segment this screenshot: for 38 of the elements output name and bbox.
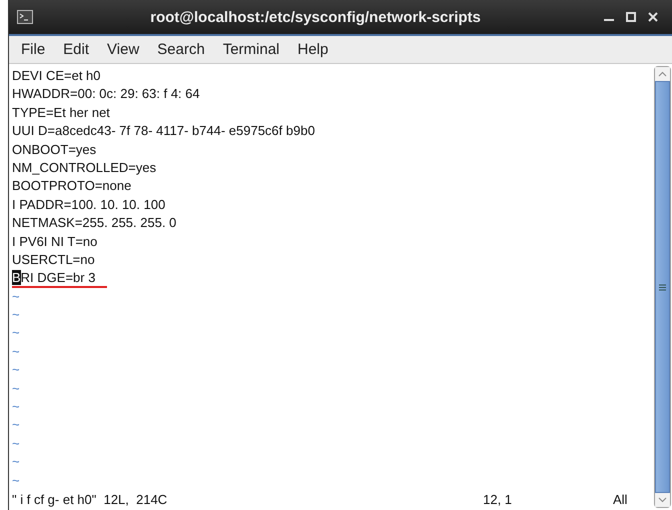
empty-line-marker: ~ [12,342,20,361]
config-line: HWADDR=00: 0c: 29: 63: f 4: 64 [12,85,200,104]
config-line: TYPE=Et her net [12,104,110,122]
config-line: UUI D=a8cedc43- 7f 78- 4117- b744- e5975c6f b9b0 [12,122,315,140]
config-line: DEVI CE=et h0 [12,67,101,85]
config-line: BRI DGE=br 3 [12,269,108,288]
terminal-icon [17,10,33,24]
empty-line-marker: ~ [12,380,20,398]
menu-item[interactable]: File [13,39,54,60]
window-title: root@localhost:/etc/sysconfig/network-scripts [149,8,482,26]
scrollbar[interactable] [654,66,671,508]
empty-line-marker: ~ [12,453,20,472]
empty-line-marker: ~ [12,324,20,342]
config-line: NM_CONTROLLED=yes [12,158,156,177]
menu-item[interactable]: Search [149,39,213,60]
menu-item[interactable]: Terminal [214,39,288,60]
menu-item[interactable]: Help [290,39,336,60]
empty-line-marker: ~ [12,472,20,490]
close-icon[interactable] [648,12,658,22]
config-line: I PADDR=100. 10. 10. 100 [12,196,166,214]
empty-line-marker: ~ [12,434,20,453]
status-message: " i f cf g- et h0" 12L, 214C [12,492,168,508]
config-line: NETMASK=255. 255. 255. 0 [12,214,176,232]
grip-icon [659,284,666,290]
empty-line-marker: ~ [12,306,20,324]
empty-line-marker: ~ [12,416,20,434]
config-line: ONBOOT=yes [12,140,96,159]
cursor-position: 12, 1 [483,492,513,508]
empty-line-marker: ~ [12,398,20,416]
config-line: USERCTL=no [12,250,95,269]
menu-item[interactable]: View [99,39,148,60]
empty-line-marker: ~ [12,361,20,380]
scroll-position: All [613,492,628,508]
maximize-icon[interactable] [626,12,636,22]
config-line: I PV6I NI T=no [12,232,98,251]
empty-line-marker: ~ [12,288,20,306]
menu-item[interactable]: Edit [55,39,98,60]
config-line: BOOTPROTO=none [12,177,132,196]
